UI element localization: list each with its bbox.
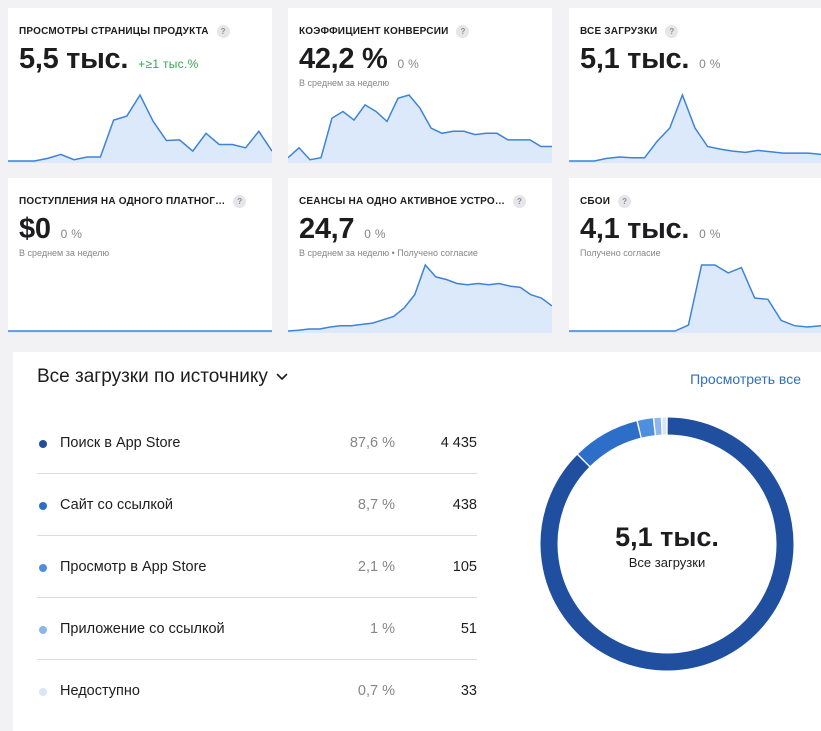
sparkline-chart	[288, 94, 552, 163]
metric-title: КОЭФФИЦИЕНТ КОНВЕРСИИ?	[299, 25, 470, 38]
help-icon[interactable]: ?	[233, 195, 247, 208]
metric-card-conversion-rate[interactable]: КОЭФФИЦИЕНТ КОНВЕРСИИ? 42,2 % 0 % В средн…	[288, 8, 552, 163]
source-percent: 0,7 %	[357, 683, 395, 699]
sparkline-chart	[288, 263, 552, 333]
source-count: 438	[452, 497, 477, 513]
view-all-link[interactable]: Просмотреть все	[690, 371, 801, 387]
downloads-by-source-panel: Все загрузки по источнику Просмотреть вс…	[13, 352, 821, 731]
source-percent: 8,7 %	[357, 497, 395, 513]
help-icon[interactable]: ?	[456, 25, 470, 38]
donut-total-value: 5,1 тыс.	[615, 522, 719, 552]
metric-card-page-views[interactable]: ПРОСМОТРЫ СТРАНИЦЫ ПРОДУКТА? 5,5 тыс. +≥1…	[8, 8, 272, 163]
metric-delta: 0 %	[364, 227, 386, 241]
metric-title: СБОИ?	[580, 195, 632, 208]
source-label: Недоступно	[60, 683, 140, 699]
source-count: 4 435	[440, 435, 477, 451]
metric-delta: +≥1 тыс.%	[138, 57, 199, 71]
metric-value: 42,2 %	[299, 43, 388, 75]
help-icon[interactable]: ?	[665, 25, 679, 38]
metric-delta: 0 %	[397, 57, 420, 71]
metric-card-all-downloads[interactable]: ВСЕ ЗАГРУЗКИ? 5,1 тыс. 0 %	[569, 8, 821, 163]
sparkline-area	[288, 95, 552, 163]
source-label: Приложение со ссылкой	[60, 621, 225, 637]
list-item[interactable]: Приложение со ссылкой 1 % 51	[37, 598, 477, 660]
source-percent: 87,6 %	[349, 435, 395, 451]
donut-center-label: 5,1 тыс. Все загрузки	[537, 414, 797, 674]
source-label: Поиск в App Store	[60, 435, 181, 451]
donut-total-label: Все загрузки	[628, 555, 706, 570]
metric-title: ПРОСМОТРЫ СТРАНИЦЫ ПРОДУКТА?	[19, 25, 230, 38]
list-item[interactable]: Просмотр в App Store 2,1 % 105	[37, 536, 477, 598]
list-item[interactable]: Сайт со ссылкой 8,7 % 438	[37, 474, 477, 536]
list-item[interactable]: Поиск в App Store 87,6 % 4 435	[37, 412, 477, 474]
metric-card-crashes[interactable]: СБОИ? 4,1 тыс. 0 % Получено согласие	[569, 178, 821, 333]
metric-delta: 0 %	[699, 57, 721, 71]
source-percent: 2,1 %	[357, 559, 395, 575]
chevron-down-icon	[276, 373, 288, 380]
sparkline-area	[288, 265, 552, 333]
metric-value: 5,1 тыс.	[580, 43, 690, 75]
metric-title: СЕАНСЫ НА ОДНО АКТИВНОЕ УСТРО…?	[299, 195, 527, 208]
metric-title: ПОСТУПЛЕНИЯ НА ОДНОГО ПЛАТНОГ…?	[19, 195, 247, 208]
panel-title: Все загрузки по источнику	[37, 366, 268, 387]
legend-dot	[39, 626, 47, 634]
sparkline-chart	[8, 93, 272, 163]
source-count: 105	[452, 559, 477, 575]
sparkline-area	[8, 95, 272, 163]
metric-delta: 0 %	[60, 227, 83, 241]
list-item[interactable]: Недоступно 0,7 % 33	[37, 660, 477, 722]
metric-card-sessions-per-device[interactable]: СЕАНСЫ НА ОДНО АКТИВНОЕ УСТРО…? 24,7 0 % …	[288, 178, 552, 333]
legend-dot	[39, 440, 47, 448]
source-percent: 1 %	[370, 621, 395, 637]
metric-value: 5,5 тыс.	[19, 43, 129, 75]
metric-title: ВСЕ ЗАГРУЗКИ?	[580, 25, 679, 38]
help-icon[interactable]: ?	[216, 25, 230, 38]
sparkline-chart	[569, 92, 821, 163]
sparkline-chart	[569, 264, 821, 333]
metric-delta: 0 %	[699, 227, 721, 241]
help-icon[interactable]: ?	[618, 195, 632, 208]
source-label: Просмотр в App Store	[60, 559, 207, 575]
source-count: 33	[460, 683, 477, 699]
metric-card-revenue-per-paying-user[interactable]: ПОСТУПЛЕНИЯ НА ОДНОГО ПЛАТНОГ…? $0 0 % В …	[8, 178, 272, 333]
legend-dot	[39, 688, 47, 696]
help-icon[interactable]: ?	[513, 195, 527, 208]
source-list: Поиск в App Store 87,6 % 4 435 Сайт со с…	[37, 412, 477, 722]
sparkline-area	[569, 265, 821, 333]
source-count: 51	[460, 621, 477, 637]
source-label: Сайт со ссылкой	[60, 497, 174, 513]
metric-value: 4,1 тыс.	[580, 213, 690, 245]
sparkline-chart	[8, 330, 272, 333]
source-selector-dropdown[interactable]: Все загрузки по источнику	[37, 366, 288, 388]
metric-value: $0	[19, 213, 51, 245]
metric-value: 24,7	[299, 213, 355, 245]
legend-dot	[39, 502, 47, 510]
legend-dot	[39, 564, 47, 572]
